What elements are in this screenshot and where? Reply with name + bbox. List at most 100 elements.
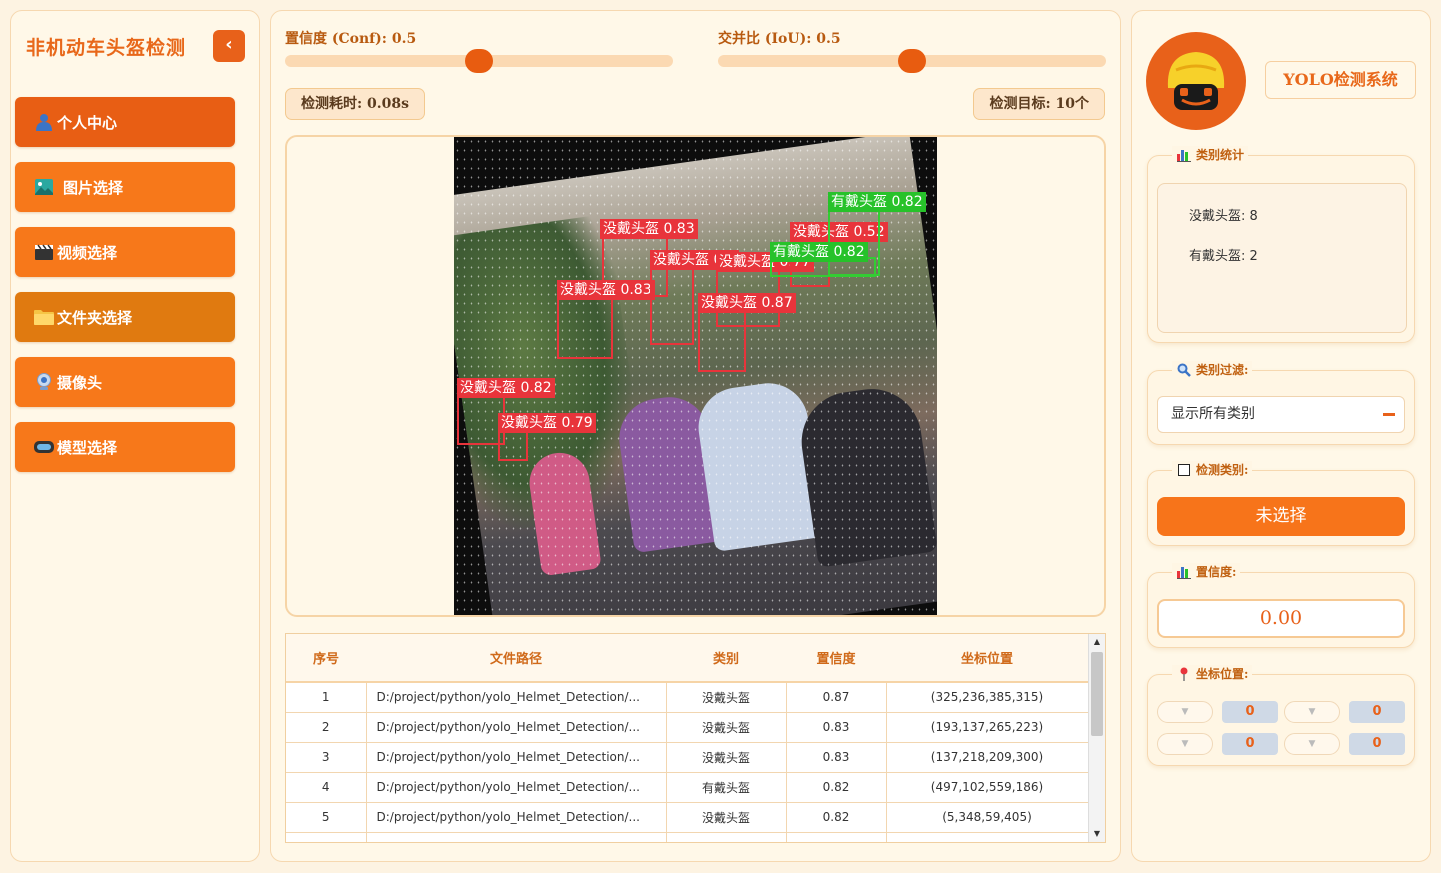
cell-path: D:/project/python/yolo_Helmet_Detection/… bbox=[366, 802, 667, 832]
collapse-sidebar-button[interactable]: ‹ bbox=[213, 30, 245, 62]
nav-video-select-button[interactable]: 视频选择 bbox=[15, 227, 235, 277]
cell-index: 2 bbox=[286, 712, 367, 742]
category-filter-select[interactable]: 显示所有类别 bbox=[1157, 396, 1405, 433]
detection-target-count: 检测目标: 10个 bbox=[973, 88, 1105, 120]
table-row[interactable] bbox=[286, 832, 1089, 842]
column-header[interactable]: 类别 bbox=[666, 634, 786, 682]
detect-class-card: 检测类别: 未选择 bbox=[1147, 461, 1415, 546]
cell-path: D:/project/python/yolo_Helmet_Detection/… bbox=[366, 712, 667, 742]
detection-label: 没戴头盔 0.79 bbox=[498, 413, 596, 433]
column-header[interactable]: 置信度 bbox=[786, 634, 886, 682]
dropdown-indicator-icon bbox=[1383, 413, 1395, 416]
cell-path: D:/project/python/yolo_Helmet_Detection/… bbox=[366, 682, 667, 712]
nav-image-select-button[interactable]: 图片选择 bbox=[15, 162, 235, 212]
card-title: 坐标位置: bbox=[1172, 665, 1253, 682]
magnifier-icon bbox=[1176, 362, 1192, 378]
camera-icon bbox=[33, 372, 55, 392]
detect-class-button[interactable]: 未选择 bbox=[1157, 497, 1405, 536]
table-row[interactable]: 3 D:/project/python/yolo_Helmet_Detectio… bbox=[286, 742, 1089, 772]
table-header-row: 序号 文件路径 类别 置信度 坐标位置 bbox=[286, 634, 1088, 682]
coord-ymin-label: ▼ bbox=[1284, 701, 1340, 723]
stat-no-helmet: 没戴头盔: 8 bbox=[1189, 209, 1258, 224]
coord-xmin-label: ▼ bbox=[1157, 701, 1213, 723]
nav-label: 个人中心 bbox=[57, 113, 118, 132]
category-stats-card: 类别统计 没戴头盔: 8 有戴头盔: 2 bbox=[1147, 146, 1415, 343]
user-icon bbox=[33, 112, 55, 132]
cell-coords: (325,236,385,315) bbox=[886, 682, 1089, 712]
card-title: 类别过滤: bbox=[1172, 361, 1253, 378]
nav-model-select-button[interactable]: 模型选择 bbox=[15, 422, 235, 472]
scroll-down-arrow-icon[interactable]: ▼ bbox=[1089, 826, 1105, 842]
cell-index: 5 bbox=[286, 802, 367, 832]
nav-label: 视频选择 bbox=[57, 243, 118, 262]
detection-label-helmet: 有戴头盔 0.82 bbox=[828, 192, 926, 212]
detection-label: 没戴头盔 0.83 bbox=[600, 219, 698, 239]
detection-label: 没戴头盔 0.83 bbox=[557, 280, 655, 300]
cell-class: 有戴头盔 bbox=[666, 772, 787, 802]
category-filter-card: 类别过滤: 显示所有类别 bbox=[1147, 361, 1415, 445]
column-header[interactable]: 文件路径 bbox=[366, 634, 666, 682]
table-row[interactable]: 1 D:/project/python/yolo_Helmet_Detectio… bbox=[286, 682, 1089, 712]
cell-index: 4 bbox=[286, 772, 367, 802]
coordinates-card: 坐标位置: ▼ 0 ▼ 0 ▼ 0 ▼ 0 bbox=[1147, 665, 1415, 766]
stat-helmet: 有戴头盔: 2 bbox=[1189, 249, 1258, 264]
bar-chart-icon bbox=[1176, 147, 1192, 163]
results-table: 序号 文件路径 类别 置信度 坐标位置 1 D:/project/python/… bbox=[285, 633, 1106, 843]
table-row[interactable]: 2 D:/project/python/yolo_Helmet_Detectio… bbox=[286, 712, 1089, 742]
scrollbar-thumb[interactable] bbox=[1091, 652, 1103, 736]
image-icon bbox=[33, 177, 55, 197]
cell-path: D:/project/python/yolo_Helmet_Detection/… bbox=[366, 742, 667, 772]
cell-confidence: 0.82 bbox=[786, 772, 887, 802]
detection-box bbox=[650, 267, 694, 345]
nav-user-center-button[interactable]: 个人中心 bbox=[15, 97, 235, 147]
nav-label: 模型选择 bbox=[57, 438, 118, 457]
system-brand-label: YOLO检测系统 bbox=[1265, 61, 1416, 99]
cell-class: 没戴头盔 bbox=[666, 712, 787, 742]
cell-class: 没戴头盔 bbox=[666, 682, 787, 712]
table-scrollbar[interactable]: ▲ ▼ bbox=[1088, 634, 1105, 842]
coord-xmax-label: ▼ bbox=[1157, 733, 1213, 755]
table-row[interactable]: 5 D:/project/python/yolo_Helmet_Detectio… bbox=[286, 802, 1089, 832]
coord-ymax-label: ▼ bbox=[1284, 733, 1340, 755]
card-title: 置信度: bbox=[1172, 563, 1241, 580]
nav-camera-button[interactable]: 摄像头 bbox=[15, 357, 235, 407]
detection-result-image: 没戴头盔 0.83 没戴头盔 0.83 没戴头盔 0.8 没戴头盔 0.77 没… bbox=[454, 137, 937, 615]
cell-coords: (137,218,209,300) bbox=[886, 742, 1089, 772]
coord-ymin-value: 0 bbox=[1349, 701, 1405, 723]
cell-confidence: 0.83 bbox=[786, 712, 887, 742]
confidence-value: 0.00 bbox=[1157, 599, 1405, 638]
table-row[interactable]: 4 D:/project/python/yolo_Helmet_Detectio… bbox=[286, 772, 1089, 802]
nav-label: 摄像头 bbox=[57, 373, 103, 392]
conf-slider-thumb[interactable] bbox=[465, 49, 493, 73]
confidence-card: 置信度: 0.00 bbox=[1147, 563, 1415, 648]
detection-time: 检测耗时: 0.08s bbox=[285, 88, 426, 120]
column-header[interactable]: 坐标位置 bbox=[886, 634, 1088, 682]
chevron-left-icon: ‹ bbox=[225, 34, 233, 55]
iou-slider-label: 交并比 (IoU): 0.5 bbox=[718, 31, 841, 47]
cell-coords: (497,102,559,186) bbox=[886, 772, 1089, 802]
cell-coords: (193,137,265,223) bbox=[886, 712, 1089, 742]
scroll-up-arrow-icon[interactable]: ▲ bbox=[1089, 634, 1105, 650]
category-stats-box: 没戴头盔: 8 有戴头盔: 2 bbox=[1157, 183, 1407, 333]
card-title: 类别统计 bbox=[1172, 146, 1249, 163]
card-title: 检测类别: bbox=[1172, 461, 1253, 478]
cell-class: 没戴头盔 bbox=[666, 802, 787, 832]
cell-confidence: 0.83 bbox=[786, 742, 887, 772]
cell-index: 3 bbox=[286, 742, 367, 772]
detection-label: 没戴头盔 0.82 bbox=[457, 378, 555, 398]
nav-folder-select-button[interactable]: 文件夹选择 bbox=[15, 292, 235, 342]
column-header[interactable]: 序号 bbox=[286, 634, 366, 682]
cell-index: 1 bbox=[286, 682, 367, 712]
detection-label-helmet: 有戴头盔 0.82 bbox=[770, 242, 868, 262]
coord-ymax-value: 0 bbox=[1349, 733, 1405, 755]
app-title: 非机动车头盔检测 bbox=[26, 37, 187, 59]
detection-box bbox=[698, 310, 746, 372]
detection-label: 没戴头盔 0.87 bbox=[698, 293, 796, 313]
bar-chart-icon bbox=[1176, 564, 1192, 580]
clapperboard-icon bbox=[33, 242, 55, 262]
checkbox-icon bbox=[1176, 462, 1192, 478]
coord-xmax-value: 0 bbox=[1222, 733, 1278, 755]
conf-slider-label: 置信度 (Conf): 0.5 bbox=[285, 31, 417, 47]
iou-slider-thumb[interactable] bbox=[898, 49, 926, 73]
folder-icon bbox=[33, 307, 55, 327]
